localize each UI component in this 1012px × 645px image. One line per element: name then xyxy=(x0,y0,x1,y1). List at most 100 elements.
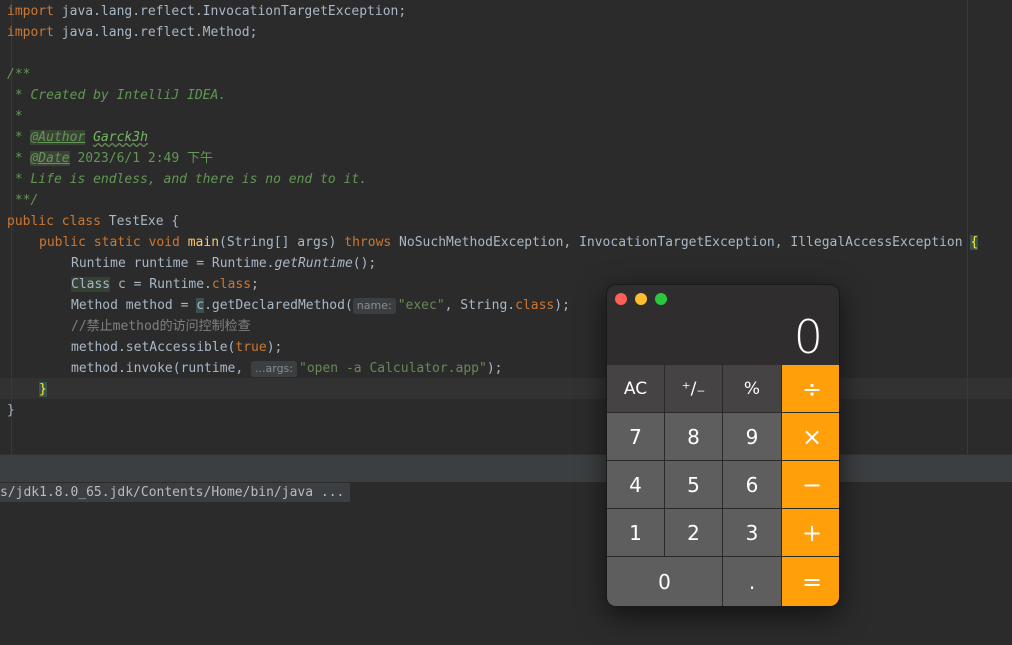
right-margin-guide xyxy=(967,0,968,454)
code-text: method.setAccessible( xyxy=(71,340,236,355)
digit-8-button[interactable]: 8 xyxy=(665,413,722,460)
code-text: NoSuchMethodException, InvocationTargetE… xyxy=(391,235,971,250)
code-line-10[interactable]: **/ xyxy=(7,190,39,211)
javadoc-tag-value: Garck3h xyxy=(93,130,148,145)
code-text: c = Runtime. xyxy=(110,277,212,292)
console-command-line: s/jdk1.8.0_65.jdk/Contents/Home/bin/java… xyxy=(0,483,351,502)
keyword: class xyxy=(515,298,555,313)
comment-text: * Life is endless, and there is no end t… xyxy=(7,172,368,187)
digit-0-button[interactable]: 0 xyxy=(607,557,722,606)
code-line-2[interactable]: import java.lang.reflect.Method; xyxy=(7,22,257,43)
code-line-7[interactable]: * @Author Garck3h xyxy=(7,127,148,148)
subtract-button[interactable]: − xyxy=(782,461,839,508)
keyword: class xyxy=(61,214,101,229)
add-button[interactable]: + xyxy=(782,509,839,556)
comment-text: * Created by IntelliJ IDEA. xyxy=(7,88,227,103)
equals-button[interactable]: = xyxy=(782,557,839,606)
method-name: main xyxy=(187,235,220,250)
close-window-button[interactable] xyxy=(615,293,627,305)
code-text: ; xyxy=(251,277,259,292)
minimize-window-button[interactable] xyxy=(635,293,647,305)
code-text: ); xyxy=(486,361,503,376)
class-name: TestExe { xyxy=(100,214,180,229)
digit-6-button[interactable]: 6 xyxy=(723,461,781,508)
decimal-button[interactable]: . xyxy=(723,557,781,606)
javadoc-tag: @Date xyxy=(30,151,70,166)
code-text: Method method = xyxy=(71,298,197,313)
run-console[interactable]: s/jdk1.8.0_65.jdk/Contents/Home/bin/java… xyxy=(0,482,1012,645)
digit-4-button[interactable]: 4 xyxy=(607,461,664,508)
variable-highlight: c xyxy=(196,298,205,313)
code-line-18[interactable]: method.invoke(runtime, ...args: "open -a … xyxy=(71,358,503,379)
parameter-hint: ...args: xyxy=(251,361,297,377)
code-text: .getDeclaredMethod( xyxy=(204,298,353,313)
code-text: (String[] args) xyxy=(219,235,345,250)
zoom-window-button[interactable] xyxy=(655,293,667,305)
type-name: Class xyxy=(71,277,111,292)
code-text: method.invoke(runtime, xyxy=(71,361,252,376)
code-line-19[interactable]: } xyxy=(39,379,47,400)
calculator-keypad: AC ⁺∕₋ % ÷ 7 8 9 × 4 5 6 − 1 2 3 + 0 . = xyxy=(607,365,839,606)
code-line-17[interactable]: method.setAccessible(true); xyxy=(71,337,282,358)
code-line-16[interactable]: //禁止method的访问控制检查 xyxy=(71,316,251,337)
keyword: throws xyxy=(344,235,392,250)
comment-text: /** xyxy=(7,67,31,82)
code-line-8[interactable]: * @Date 2023/6/1 2:49 下午 xyxy=(7,148,213,169)
code-line-1[interactable]: import java.lang.reflect.InvocationTarge… xyxy=(7,1,406,22)
comment-text: * xyxy=(7,130,31,145)
keyword: import xyxy=(7,4,54,19)
run-panel-toolbar xyxy=(0,454,1012,483)
code-line-15[interactable]: Method method = c.getDeclaredMethod(name… xyxy=(71,295,570,316)
keyword: import xyxy=(7,25,54,40)
digit-7-button[interactable]: 7 xyxy=(607,413,664,460)
line-comment: //禁止method的访问控制检查 xyxy=(71,319,251,334)
code-line-11[interactable]: public class TestExe { xyxy=(7,211,179,232)
window-controls xyxy=(615,293,667,305)
digit-1-button[interactable]: 1 xyxy=(607,509,664,556)
comment-text: **/ xyxy=(7,193,39,208)
digit-2-button[interactable]: 2 xyxy=(665,509,722,556)
code-line-9[interactable]: * Life is endless, and there is no end t… xyxy=(7,169,367,190)
divide-button[interactable]: ÷ xyxy=(782,365,839,412)
keyword: public static void xyxy=(39,235,180,250)
comment-text: * xyxy=(7,109,23,124)
code-line-20[interactable]: } xyxy=(7,400,15,421)
code-text: ); xyxy=(266,340,283,355)
code-text: ); xyxy=(554,298,570,313)
matched-brace: { xyxy=(970,235,979,250)
code-line-5[interactable]: * Created by IntelliJ IDEA. xyxy=(7,85,226,106)
current-line-highlight xyxy=(0,378,1012,399)
keyword: true xyxy=(235,340,267,355)
code-text: (); xyxy=(352,256,377,271)
calculator-display: 0 xyxy=(793,310,823,364)
code-line-6[interactable]: * xyxy=(7,106,23,127)
string-literal: "exec" xyxy=(397,298,445,313)
digit-5-button[interactable]: 5 xyxy=(665,461,722,508)
code-text: } xyxy=(7,403,15,418)
code-line-12[interactable]: public static void main(String[] args) t… xyxy=(39,232,979,253)
plus-minus-button[interactable]: ⁺∕₋ xyxy=(665,365,722,412)
percent-button[interactable]: % xyxy=(723,365,781,412)
calculator-window[interactable]: 0 AC ⁺∕₋ % ÷ 7 8 9 × 4 5 6 − 1 2 3 + 0 .… xyxy=(606,284,840,607)
digit-3-button[interactable]: 3 xyxy=(723,509,781,556)
javadoc-tag: @Author xyxy=(30,130,86,145)
code-text: , String. xyxy=(444,298,516,313)
code-text: java.lang.reflect.InvocationTargetExcept… xyxy=(53,4,407,19)
static-method: getRuntime xyxy=(274,256,353,271)
multiply-button[interactable]: × xyxy=(782,413,839,460)
matched-brace: } xyxy=(39,382,47,397)
code-text: Runtime runtime = Runtime. xyxy=(71,256,275,271)
code-line-13[interactable]: Runtime runtime = Runtime.getRuntime(); xyxy=(71,253,376,274)
javadoc-tag-value: 2023/6/1 2:49 下午 xyxy=(69,151,214,166)
code-editor[interactable]: import java.lang.reflect.InvocationTarge… xyxy=(0,0,1012,454)
comment-text: * xyxy=(7,151,31,166)
keyword: public xyxy=(7,214,54,229)
code-text: java.lang.reflect.Method; xyxy=(53,25,258,40)
code-line-4[interactable]: /** xyxy=(7,64,30,85)
string-literal: "open -a Calculator.app" xyxy=(299,361,487,376)
keyword: class xyxy=(211,277,252,292)
clear-button[interactable]: AC xyxy=(607,365,664,412)
digit-9-button[interactable]: 9 xyxy=(723,413,781,460)
code-line-14[interactable]: Class c = Runtime.class; xyxy=(71,274,259,295)
parameter-hint: name: xyxy=(352,298,396,314)
